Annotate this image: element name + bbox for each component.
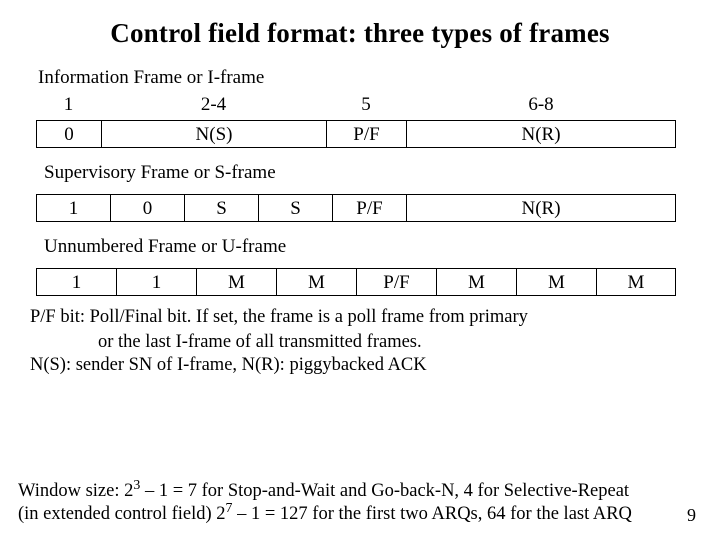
cell: S xyxy=(258,194,332,222)
window-size-note: Window size: 23 – 1 = 7 for Stop-and-Wai… xyxy=(18,480,700,526)
cell: P/F xyxy=(326,120,406,148)
uframe-label: Unnumbered Frame or U-frame xyxy=(44,236,690,258)
ws-mid1: – 1 = 7 for Stop-and-Wait and Go-back-N,… xyxy=(140,481,629,501)
cell: M xyxy=(276,268,356,296)
ws-prefix: Window size: 2 xyxy=(18,481,133,501)
cell: 1 xyxy=(116,268,196,296)
cell: N(S) xyxy=(101,120,326,148)
cell: 1 xyxy=(36,194,110,222)
ws-line2a: (in extended control field) 2 xyxy=(18,504,226,524)
cell: S xyxy=(184,194,258,222)
cell: M xyxy=(196,268,276,296)
iframe-label: Information Frame or I-frame xyxy=(38,67,690,89)
page-number: 9 xyxy=(687,504,696,527)
pf-note-line2: or the last I-frame of all transmitted f… xyxy=(30,331,690,354)
bit-col: 6-8 xyxy=(406,91,676,119)
cell: P/F xyxy=(356,268,436,296)
cell: M xyxy=(516,268,596,296)
ws-exp1: 3 xyxy=(133,478,140,493)
cell: M xyxy=(436,268,516,296)
ws-exp2: 7 xyxy=(226,501,233,516)
uframe-row: 1 1 M M P/F M M M xyxy=(36,268,676,296)
sframe-row: 1 0 S S P/F N(R) xyxy=(36,194,676,222)
cell: 0 xyxy=(110,194,184,222)
cell: P/F xyxy=(332,194,406,222)
bit-col: 2-4 xyxy=(101,91,326,119)
pf-note-line1: P/F bit: Poll/Final bit. If set, the fra… xyxy=(30,306,690,329)
page-title: Control field format: three types of fra… xyxy=(30,18,690,49)
cell: M xyxy=(596,268,676,296)
notes-block: P/F bit: Poll/Final bit. If set, the fra… xyxy=(30,306,690,377)
bit-col: 1 xyxy=(36,91,101,119)
ws-line2b: – 1 = 127 for the first two ARQs, 64 for… xyxy=(232,504,631,524)
iframe-bit-header: 1 2-4 5 6-8 xyxy=(36,91,676,119)
iframe-row: 0 N(S) P/F N(R) xyxy=(36,120,676,148)
sframe-label: Supervisory Frame or S-frame xyxy=(44,162,690,184)
slide: Control field format: three types of fra… xyxy=(0,0,720,540)
cell: N(R) xyxy=(406,120,676,148)
bit-col: 5 xyxy=(326,91,406,119)
nsnr-note: N(S): sender SN of I-frame, N(R): piggyb… xyxy=(30,354,690,377)
cell: 0 xyxy=(36,120,101,148)
cell: N(R) xyxy=(406,194,676,222)
cell: 1 xyxy=(36,268,116,296)
